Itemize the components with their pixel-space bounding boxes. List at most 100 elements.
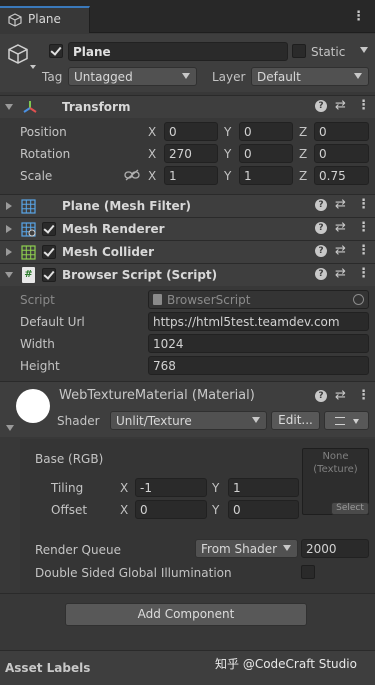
offset-label: Offset [51, 503, 88, 517]
scale-y-axis[interactable]: Y [224, 168, 231, 184]
tiling-y-axis[interactable]: Y [212, 480, 219, 496]
kebab-menu-icon[interactable]: ⋮ [352, 9, 365, 24]
tiling-x-field[interactable]: -1 [135, 478, 207, 497]
fold-closed-icon[interactable] [6, 248, 12, 256]
position-label: Position [20, 125, 67, 139]
preset-icon[interactable]: ⇄ [335, 99, 346, 113]
rotation-z-axis[interactable]: Z [299, 146, 307, 162]
component-menu-icon[interactable]: ⋮ [357, 244, 370, 258]
scale-x-axis[interactable]: X [148, 168, 156, 184]
scale-z-field[interactable]: 0.75 [314, 166, 369, 185]
offset-x-axis[interactable]: X [120, 502, 128, 518]
tag-dropdown[interactable]: Untagged [68, 67, 197, 86]
rotation-y-field[interactable]: 0 [239, 144, 293, 163]
rotation-x-axis[interactable]: X [148, 146, 156, 162]
dsgi-label: Double Sided Global Illumination [35, 566, 232, 580]
shader-options-button[interactable] [324, 411, 369, 430]
component-menu-icon[interactable]: ⋮ [357, 221, 370, 235]
preset-icon[interactable]: ⇄ [335, 198, 346, 212]
scale-z-axis[interactable]: Z [299, 168, 307, 184]
static-dropdown[interactable] [356, 42, 370, 61]
material-preview [16, 389, 50, 423]
cube-icon [8, 13, 22, 27]
texture-select-button[interactable]: Select [331, 502, 369, 515]
component-actions: ? ⇄ ⋮ [315, 244, 370, 260]
offset-x-field[interactable]: 0 [135, 500, 207, 519]
mesh-filter-header[interactable]: Plane (Mesh Filter) ? ⇄ ⋮ [0, 194, 375, 217]
add-component-button[interactable]: Add Component [65, 603, 307, 626]
texture-slot[interactable]: None (Texture) Select [302, 448, 369, 515]
position-x-field[interactable]: 0 [164, 122, 218, 141]
chevron-down-icon[interactable] [30, 65, 36, 69]
default-url-field[interactable]: https://html5test.teamdev.com [148, 312, 369, 331]
component-menu-icon[interactable]: ⋮ [357, 198, 370, 212]
help-icon[interactable]: ? [315, 390, 327, 402]
link-scale-icon[interactable] [124, 169, 140, 181]
preset-icon[interactable]: ⇄ [335, 389, 346, 403]
component-menu-icon[interactable]: ⋮ [357, 99, 370, 113]
tiling-y-field[interactable]: 1 [228, 478, 299, 497]
rotation-x-field[interactable]: 270 [164, 144, 218, 163]
preset-icon[interactable]: ⇄ [335, 221, 346, 235]
browser-script-body: Script BrowserScript Default Url https:/… [0, 286, 375, 380]
help-icon[interactable]: ? [315, 245, 327, 257]
layer-dropdown[interactable]: Default [251, 67, 369, 86]
fold-closed-icon[interactable] [6, 225, 12, 233]
tiling-x-axis[interactable]: X [120, 480, 128, 496]
fold-open-icon[interactable] [5, 272, 13, 278]
offset-y-axis[interactable]: Y [212, 502, 219, 518]
position-y-axis[interactable]: Y [224, 124, 231, 140]
object-name-field[interactable]: Plane [68, 42, 288, 61]
component-menu-icon[interactable]: ⋮ [357, 389, 370, 403]
offset-y-field[interactable]: 0 [228, 500, 299, 519]
active-toggle[interactable] [49, 44, 63, 58]
preset-icon[interactable]: ⇄ [335, 267, 346, 281]
asset-labels-title[interactable]: Asset Labels [5, 660, 90, 676]
height-field[interactable]: 768 [148, 356, 369, 375]
mesh-collider-icon [21, 245, 36, 260]
position-z-field[interactable]: 0 [314, 122, 369, 141]
texture-type-label: (Texture) [313, 464, 358, 475]
fold-open-icon[interactable] [5, 104, 13, 110]
help-icon[interactable]: ? [315, 199, 327, 211]
script-value: BrowserScript [167, 293, 251, 307]
static-toggle[interactable] [292, 44, 306, 58]
mesh-collider-enabled[interactable] [42, 245, 56, 259]
height-label: Height [20, 359, 60, 373]
preset-icon[interactable]: ⇄ [335, 244, 346, 258]
gameobject-cube-icon [8, 44, 28, 64]
render-queue-dropdown[interactable]: From Shader [195, 539, 298, 558]
rotation-y-axis[interactable]: Y [224, 146, 231, 162]
material-fold-icon[interactable] [6, 425, 14, 431]
render-queue-field[interactable]: 2000 [301, 539, 369, 558]
script-asset-icon [153, 294, 162, 305]
shader-edit-button[interactable]: Edit... [271, 411, 320, 430]
scale-x-field[interactable]: 1 [164, 166, 218, 185]
scale-label: Scale [20, 169, 53, 183]
position-y-field[interactable]: 0 [239, 122, 293, 141]
help-icon[interactable]: ? [315, 222, 327, 234]
rotation-z-field[interactable]: 0 [314, 144, 369, 163]
position-x-axis[interactable]: X [148, 124, 156, 140]
tag-value: Untagged [74, 70, 133, 84]
script-field: BrowserScript [148, 290, 369, 309]
component-menu-icon[interactable]: ⋮ [357, 267, 370, 281]
scale-y-field[interactable]: 1 [239, 166, 293, 185]
mesh-collider-header[interactable]: Mesh Collider ? ⇄ ⋮ [0, 240, 375, 263]
default-url-label: Default Url [20, 315, 85, 329]
help-icon[interactable]: ? [315, 268, 327, 280]
browser-script-header[interactable]: # Browser Script (Script) ? ⇄ ⋮ [0, 263, 375, 286]
fold-closed-icon[interactable] [6, 202, 12, 210]
transform-header[interactable]: Transform ? ⇄ ⋮ [0, 95, 375, 118]
script-file-icon: # [22, 267, 35, 283]
width-field[interactable]: 1024 [148, 334, 369, 353]
browser-script-enabled[interactable] [42, 268, 56, 282]
mesh-renderer-enabled[interactable] [42, 222, 56, 236]
mesh-renderer-header[interactable]: Mesh Renderer ? ⇄ ⋮ [0, 217, 375, 240]
position-z-axis[interactable]: Z [299, 124, 307, 140]
chevron-down-icon [353, 419, 359, 424]
tab-inspector[interactable]: Plane [0, 6, 90, 33]
dsgi-toggle[interactable] [301, 565, 315, 579]
help-icon[interactable]: ? [315, 100, 327, 112]
shader-dropdown[interactable]: Unlit/Texture [110, 411, 267, 430]
